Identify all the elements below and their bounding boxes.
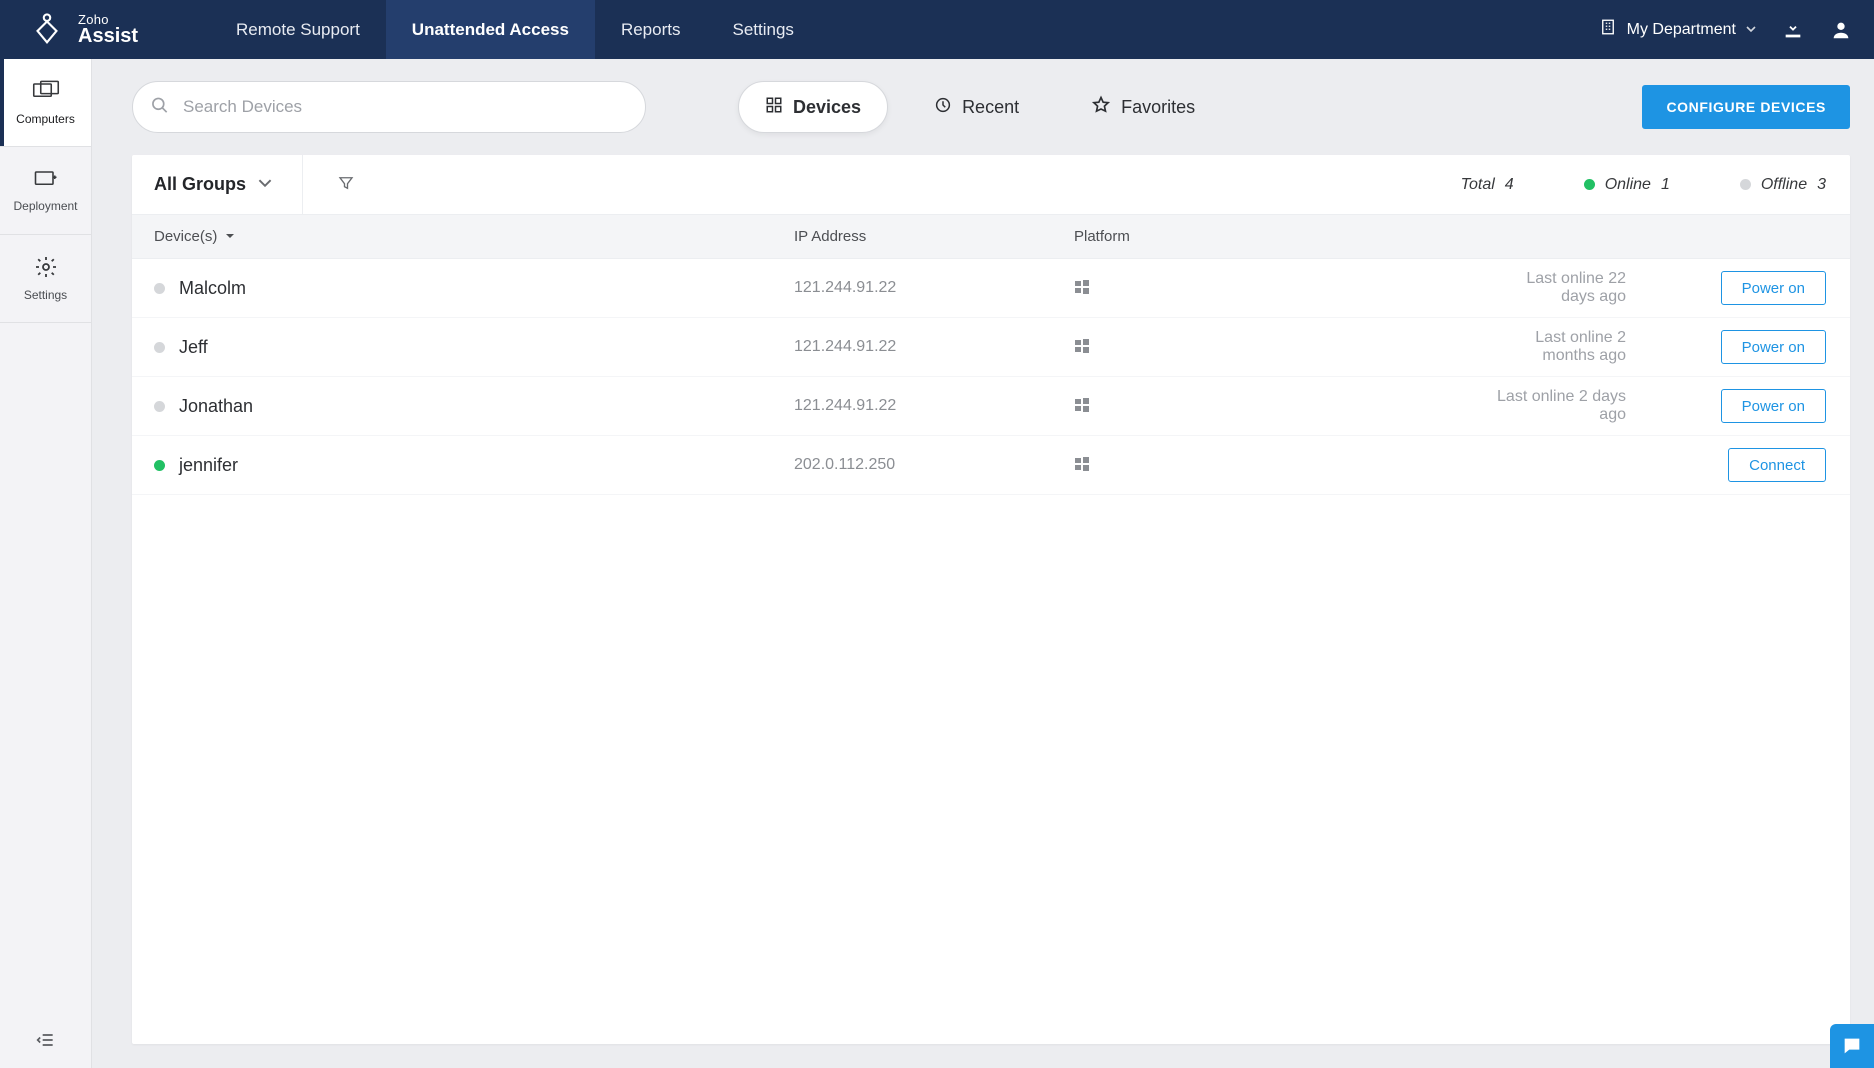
table-body: Malcolm 121.244.91.22 Last online 22 days … [132,259,1850,495]
device-last-seen: Last online 2 months ago [1494,329,1626,365]
device-action-button[interactable]: Power on [1721,271,1826,305]
device-ip: 121.244.91.22 [794,338,1074,356]
topnav-tab-remote-support[interactable]: Remote Support [210,0,386,59]
table-header: Device(s) IP Address Platform [132,215,1850,259]
download-button[interactable] [1782,19,1804,41]
device-name: jennifer [179,455,238,476]
device-action-button[interactable]: Power on [1721,389,1826,423]
windows-icon [1074,456,1494,475]
clock-icon [934,96,952,119]
windows-icon [1074,397,1494,416]
windows-icon [1074,338,1494,357]
grid-icon [765,96,783,119]
view-pill-favorites[interactable]: Favorites [1065,81,1221,133]
sidebar-item-computers[interactable]: Computers [0,59,91,147]
device-name: Jeff [179,337,208,358]
device-name: Jonathan [179,396,253,417]
monitors-icon [32,79,60,106]
stat-online: Online 1 [1584,176,1670,194]
product-logo: Zoho Assist [0,11,210,49]
view-pills: Devices Recent Favorites [738,81,1221,133]
offline-dot-icon [154,401,165,412]
device-row[interactable]: jennifer 202.0.112.250 Connect [132,436,1850,495]
search-icon [150,96,170,119]
department-label: My Department [1627,21,1736,39]
gear-icon [34,255,58,282]
device-name: Malcolm [179,278,246,299]
deploy-icon [32,168,60,193]
device-ip: 202.0.112.250 [794,456,1074,474]
topnav-tab-reports[interactable]: Reports [595,0,707,59]
topnav-tab-settings[interactable]: Settings [706,0,819,59]
device-row[interactable]: Jonathan 121.244.91.22 Last online 2 days … [132,377,1850,436]
assist-logo-icon [28,11,66,49]
filter-button[interactable] [327,174,355,195]
product-name-label: Assist [78,26,138,46]
online-dot-icon [1584,179,1595,190]
star-icon [1091,95,1111,120]
caret-down-icon [1746,21,1756,39]
sidebar-item-deployment[interactable]: Deployment [0,147,91,235]
device-ip: 121.244.91.22 [794,279,1074,297]
topnav-tabs: Remote SupportUnattended AccessReportsSe… [210,0,820,59]
profile-button[interactable] [1830,19,1852,41]
topnav-right: My Department [1599,18,1874,41]
sidebar-item-label: Deployment [13,199,77,213]
device-ip: 121.244.91.22 [794,397,1074,415]
device-row[interactable]: Jeff 121.244.91.22 Last online 2 months ag… [132,318,1850,377]
chat-fab[interactable] [1830,1024,1874,1068]
building-icon [1599,18,1617,41]
view-pill-recent[interactable]: Recent [908,81,1045,133]
device-last-seen: Last online 22 days ago [1494,270,1626,306]
device-action-button[interactable]: Connect [1728,448,1826,482]
groups-picker[interactable]: All Groups [154,174,272,195]
online-dot-icon [154,460,165,471]
device-last-seen: Last online 2 days ago [1494,388,1626,424]
topnav-tab-unattended-access[interactable]: Unattended Access [386,0,595,59]
sidebar-item-label: Computers [16,112,75,126]
column-platform[interactable]: Platform [1074,228,1494,245]
windows-icon [1074,279,1494,298]
column-ip[interactable]: IP Address [794,228,1074,245]
sort-desc-icon [225,228,235,245]
view-pill-label: Recent [962,97,1019,118]
view-pill-label: Devices [793,97,861,118]
left-sidebar: Computers Deployment Settings [0,59,92,1068]
department-picker[interactable]: My Department [1599,18,1756,41]
sidebar-item-settings[interactable]: Settings [0,235,91,323]
search-wrap [132,81,646,133]
collapse-sidebar-button[interactable] [0,1012,91,1068]
device-action-button[interactable]: Power on [1721,330,1826,364]
groups-label: All Groups [154,174,246,195]
sidebar-item-label: Settings [24,288,67,302]
toolbar: Devices Recent Favorites CONFIGURE DEVICES [132,81,1850,133]
main-area: Devices Recent Favorites CONFIGURE DEVICES… [92,59,1874,1068]
devices-panel: All Groups Total 4 Online [132,155,1850,1044]
view-pill-label: Favorites [1121,97,1195,118]
search-input[interactable] [132,81,646,133]
device-row[interactable]: Malcolm 121.244.91.22 Last online 22 days … [132,259,1850,318]
stat-total: Total 4 [1461,176,1514,194]
chevron-down-icon [258,174,272,195]
stat-offline: Offline 3 [1740,176,1826,194]
offline-dot-icon [1740,179,1751,190]
column-devices[interactable]: Device(s) [154,228,794,245]
top-nav: Zoho Assist Remote SupportUnattended Acc… [0,0,1874,59]
offline-dot-icon [154,283,165,294]
configure-devices-button[interactable]: CONFIGURE DEVICES [1642,85,1850,129]
offline-dot-icon [154,342,165,353]
view-pill-devices[interactable]: Devices [738,81,888,133]
panel-header: All Groups Total 4 Online [132,155,1850,215]
